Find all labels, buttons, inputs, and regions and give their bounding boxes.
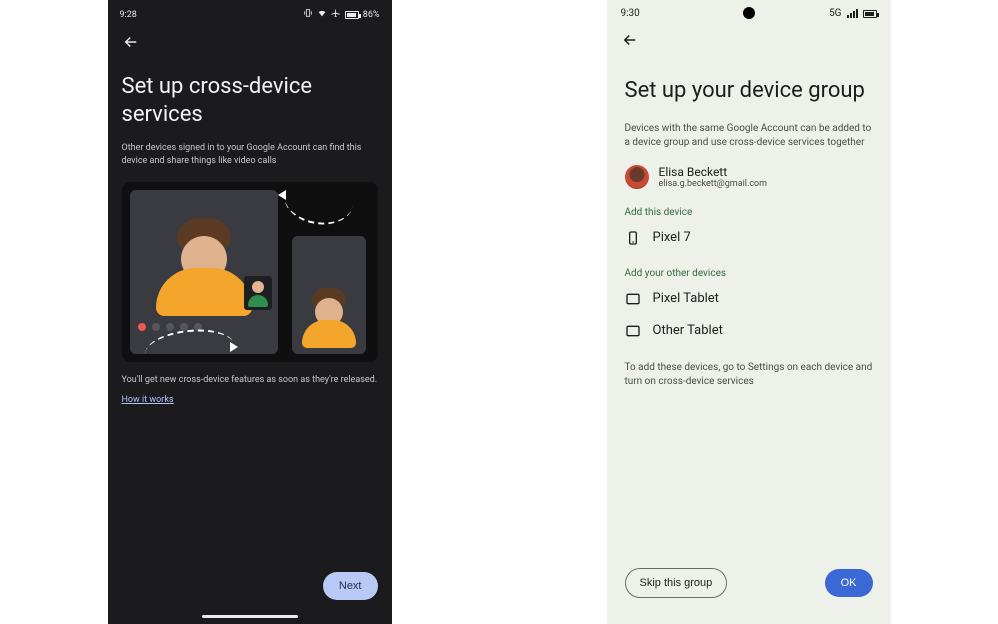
signal-icon bbox=[847, 9, 858, 18]
skip-button[interactable]: Skip this group bbox=[625, 568, 728, 598]
next-button[interactable]: Next bbox=[323, 572, 378, 600]
tablet-icon bbox=[625, 291, 641, 307]
phone-left: 9:28 86% bbox=[0, 0, 499, 624]
illustration-main bbox=[130, 190, 278, 354]
device-name: Other Tablet bbox=[653, 323, 723, 338]
how-it-works-link[interactable]: How it works bbox=[108, 393, 188, 405]
status-time: 9:28 bbox=[120, 10, 137, 20]
page-title: Set up your device group bbox=[607, 53, 891, 106]
content: Set up cross-device services Other devic… bbox=[108, 55, 392, 168]
device-name: Pixel Tablet bbox=[653, 291, 719, 306]
account-text: Elisa Beckett elisa.g.beckett@gmail.com bbox=[659, 165, 768, 189]
action-row: Skip this group OK bbox=[625, 568, 873, 598]
arrow-right-icon bbox=[230, 342, 238, 352]
device-name: Pixel 7 bbox=[653, 230, 691, 245]
account-row[interactable]: Elisa Beckett elisa.g.beckett@gmail.com bbox=[607, 151, 891, 189]
screenshot-pair: 9:28 86% bbox=[0, 0, 998, 624]
status-bar: 9:30 5G bbox=[607, 0, 891, 23]
device-row-other[interactable]: Other Tablet bbox=[607, 311, 891, 343]
home-indicator[interactable] bbox=[202, 615, 298, 618]
ok-button[interactable]: OK bbox=[825, 569, 873, 597]
account-name: Elisa Beckett bbox=[659, 165, 768, 179]
airplane-icon bbox=[331, 8, 341, 21]
vibrate-icon bbox=[303, 8, 313, 21]
wifi-icon bbox=[317, 8, 327, 21]
footnote-text: You'll get new cross-device features as … bbox=[108, 362, 392, 387]
battery-icon bbox=[863, 10, 877, 18]
section-add-this-device: Add this device bbox=[607, 189, 891, 218]
camera-cutout bbox=[743, 7, 755, 19]
page-title: Set up cross-device services bbox=[122, 73, 378, 128]
avatar bbox=[625, 165, 649, 189]
back-arrow-icon bbox=[621, 31, 639, 49]
battery-pct: 86% bbox=[363, 10, 380, 20]
arrow-left-icon bbox=[278, 190, 286, 200]
back-button[interactable] bbox=[108, 25, 392, 55]
status-indicators: 86% bbox=[303, 8, 380, 21]
page-subtitle: Other devices signed in to your Google A… bbox=[122, 142, 378, 168]
network-label: 5G bbox=[829, 8, 841, 19]
footnote-text: To add these devices, go to Settings on … bbox=[607, 343, 891, 390]
illustration bbox=[122, 182, 378, 362]
screen-right: 9:30 5G Set up your device group Devices… bbox=[607, 0, 891, 624]
account-email: elisa.g.beckett@gmail.com bbox=[659, 179, 768, 189]
device-row-this[interactable]: Pixel 7 bbox=[607, 218, 891, 250]
page-subtitle: Devices with the same Google Account can… bbox=[607, 106, 891, 151]
tablet-icon bbox=[625, 323, 641, 339]
back-arrow-icon bbox=[122, 33, 140, 51]
device-row-other[interactable]: Pixel Tablet bbox=[607, 279, 891, 311]
phone-right: 9:30 5G Set up your device group Devices… bbox=[499, 0, 998, 624]
section-add-other-devices: Add your other devices bbox=[607, 250, 891, 279]
phone-icon bbox=[625, 230, 641, 246]
screen-left: 9:28 86% bbox=[108, 0, 392, 624]
back-button[interactable] bbox=[607, 23, 891, 53]
illustration-secondary bbox=[288, 190, 370, 354]
battery-icon bbox=[345, 11, 359, 19]
status-indicators: 5G bbox=[829, 8, 876, 19]
illustration-thumbnail bbox=[244, 276, 272, 310]
status-bar: 9:28 86% bbox=[108, 0, 392, 25]
status-time: 9:30 bbox=[621, 8, 640, 19]
